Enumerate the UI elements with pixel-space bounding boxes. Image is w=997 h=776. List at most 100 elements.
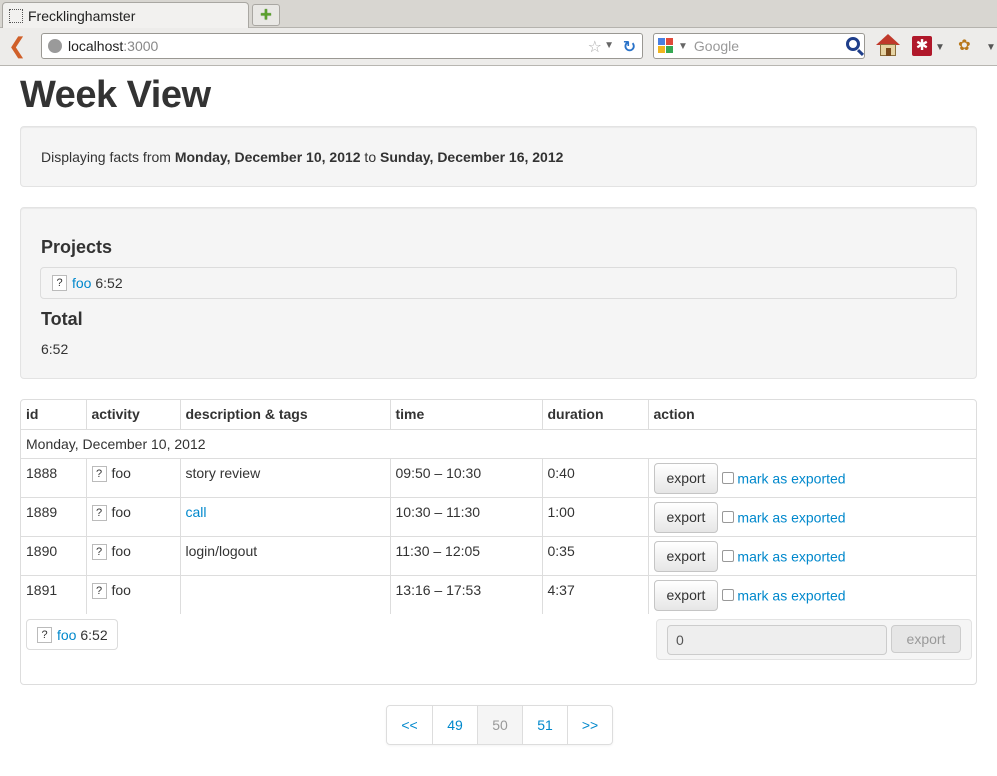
project-duration: 6:52 — [95, 275, 123, 291]
fact-activity: ? foo — [85, 535, 180, 575]
column-header-time: time — [389, 400, 542, 429]
range-prefix: Displaying facts from — [41, 149, 175, 165]
fact-description: call — [179, 496, 390, 536]
url-port: :3000 — [123, 38, 159, 54]
fact-duration: 1:00 — [541, 496, 648, 536]
search-bar[interactable]: ▼ Google — [653, 33, 865, 59]
pagination-page[interactable]: 51 — [522, 706, 567, 744]
new-tab-button[interactable]: + — [252, 4, 280, 26]
range-start: Monday, December 10, 2012 — [174, 149, 361, 165]
fact-description — [179, 574, 390, 614]
fact-id: 1891 — [21, 574, 86, 614]
pagination-last[interactable]: >> — [567, 706, 612, 744]
search-placeholder: Google — [693, 38, 740, 54]
reload-icon[interactable]: ↻ — [623, 37, 636, 57]
fact-description: story review — [179, 457, 390, 497]
project-link[interactable]: foo — [72, 275, 91, 291]
fact-actions: export mark as exported — [647, 535, 976, 575]
column-header-action: action — [647, 400, 976, 429]
back-arrow-icon[interactable]: ❮ — [8, 35, 26, 57]
description-link[interactable]: call — [186, 504, 207, 520]
project-summary: ? foo 6:52 — [40, 267, 957, 299]
table-row: 1889 ? foo call 10:30 – 11:30 1:00 export… — [21, 496, 976, 536]
url-dropdown-icon[interactable]: ▼ — [604, 40, 614, 51]
google-icon[interactable] — [658, 38, 674, 54]
address-bar[interactable]: localhost:3000 ☆ ▼ ↻ — [41, 33, 643, 59]
fact-duration: 0:35 — [541, 535, 648, 575]
fact-duration: 4:37 — [541, 574, 648, 614]
table-row: 1891 ? foo 13:16 – 17:53 4:37 export mark … — [21, 574, 976, 614]
activity-name: foo — [111, 542, 131, 559]
column-header-id: id — [26, 406, 39, 423]
project-duration: 6:52 — [80, 626, 108, 643]
day-row: Monday, December 10, 2012 — [21, 428, 976, 458]
projects-heading: Projects — [41, 237, 113, 257]
total-heading: Total — [41, 309, 83, 329]
pagination: << 49 50 51 >> — [386, 705, 613, 745]
export-button[interactable]: export — [653, 579, 719, 611]
page-icon — [9, 8, 23, 23]
pagination-current-page: 50 — [477, 706, 522, 744]
mark-exported-checkbox[interactable] — [722, 472, 735, 484]
range-end: Sunday, December 16, 2012 — [380, 149, 564, 165]
bulk-export-form: 0 export — [656, 619, 972, 660]
export-count-field[interactable]: 0 — [667, 625, 887, 655]
project-icon: ? — [37, 626, 52, 643]
range-middle: to — [360, 149, 381, 165]
fact-activity: ? foo — [85, 574, 180, 614]
mark-exported-link[interactable]: mark as exported — [737, 587, 845, 603]
tab-bar: Frecklinghamster + — [0, 0, 997, 28]
mark-exported-link[interactable]: mark as exported — [737, 509, 845, 525]
fact-actions: export mark as exported — [647, 457, 976, 497]
date-range-well: Displaying facts from Monday, December 1… — [20, 126, 977, 187]
activity-name: foo — [111, 464, 131, 481]
column-header-description: description & tags — [179, 400, 390, 429]
activity-icon: ? — [91, 504, 107, 521]
export-all-button[interactable]: export — [891, 625, 961, 653]
mark-exported-checkbox[interactable] — [722, 511, 735, 523]
mark-exported-link[interactable]: mark as exported — [737, 548, 845, 564]
footer-project-summary: ? foo 6:52 — [26, 619, 118, 650]
facts-panel: id activity description & tags time dura… — [20, 399, 977, 685]
facts-table: id activity description & tags time dura… — [21, 400, 976, 614]
mark-exported-checkbox[interactable] — [722, 550, 735, 562]
column-header-duration: duration — [541, 400, 648, 429]
activity-name: foo — [111, 503, 131, 520]
browser-tab[interactable]: Frecklinghamster — [2, 2, 249, 28]
globe-icon — [48, 39, 62, 53]
activity-icon: ? — [91, 465, 107, 482]
fact-activity: ? foo — [85, 457, 180, 497]
table-row: 1888 ? foo story review 09:50 – 10:30 0:4… — [21, 457, 976, 497]
fact-time: 13:16 – 17:53 — [389, 574, 542, 614]
pagination-page[interactable]: 49 — [432, 706, 477, 744]
navigation-toolbar: ❮ localhost:3000 ☆ ▼ ↻ ▼ Google ✱ ▼ ✿ ▼ — [0, 28, 997, 66]
search-engine-dropdown-icon[interactable]: ▼ — [678, 41, 688, 52]
export-button[interactable]: export — [653, 501, 719, 533]
extension-icon[interactable]: ✱ — [912, 36, 932, 56]
url-host: localhost — [68, 38, 124, 54]
bookmark-star-icon[interactable]: ☆ — [588, 37, 602, 57]
search-icon[interactable] — [846, 37, 860, 51]
extension-dropdown-icon[interactable]: ▼ — [935, 42, 945, 53]
mark-exported-checkbox[interactable] — [722, 589, 735, 601]
fact-time: 09:50 – 10:30 — [389, 457, 542, 497]
summary-well: Projects ? foo 6:52 Total 6:52 — [20, 207, 977, 379]
fact-actions: export mark as exported — [647, 574, 976, 614]
mark-exported-link[interactable]: mark as exported — [737, 470, 845, 486]
fact-actions: export mark as exported — [647, 496, 976, 536]
table-header-row: id activity description & tags time dura… — [21, 400, 976, 429]
project-icon: ? — [52, 275, 67, 291]
total-value: 6:52 — [41, 341, 69, 357]
export-button[interactable]: export — [653, 462, 719, 494]
firebug-icon[interactable]: ✿ — [958, 36, 976, 54]
table-row: 1890 ? foo login/logout 11:30 – 12:05 0:3… — [21, 535, 976, 575]
fact-time: 11:30 – 12:05 — [389, 535, 542, 575]
home-icon[interactable] — [876, 34, 900, 58]
page-title: Week View — [20, 74, 211, 116]
firebug-dropdown-icon[interactable]: ▼ — [986, 42, 996, 53]
project-link[interactable]: foo — [57, 627, 76, 643]
fact-description: login/logout — [179, 535, 390, 575]
export-button[interactable]: export — [653, 540, 719, 572]
day-label: Monday, December 10, 2012 — [21, 428, 976, 458]
pagination-first[interactable]: << — [387, 706, 432, 744]
